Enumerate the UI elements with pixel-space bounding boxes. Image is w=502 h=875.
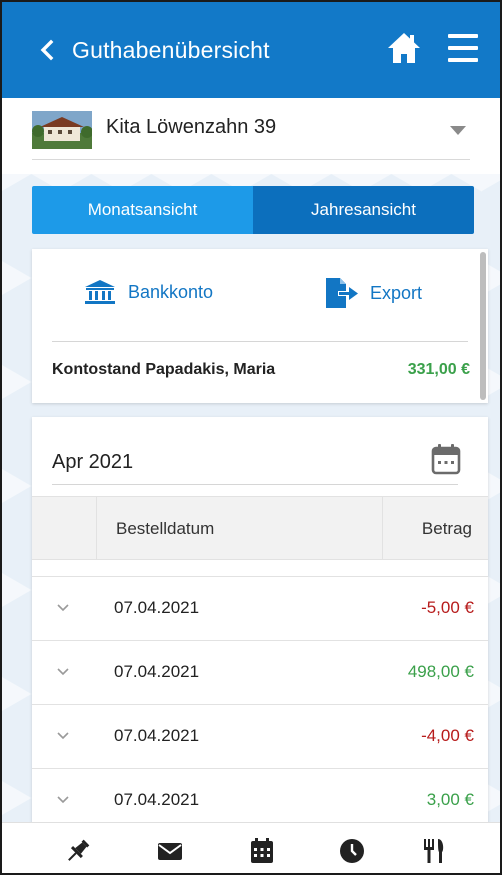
facility-thumbnail bbox=[32, 111, 92, 149]
app-frame: Guthabenübersicht Kita Löwenzahn 39 Mona… bbox=[0, 0, 502, 875]
table-row[interactable]: 07.04.2021 3,00 € bbox=[32, 768, 488, 827]
transactions-card: Apr 2021 Bestelldatum Betrag 07.04.2021 … bbox=[32, 417, 488, 827]
page-title: Guthabenübersicht bbox=[72, 37, 270, 63]
balance-value: 331,00 € bbox=[407, 361, 470, 378]
calendar-icon[interactable] bbox=[431, 443, 461, 475]
cutlery-icon[interactable] bbox=[420, 837, 448, 865]
column-header-date[interactable]: Bestelldatum bbox=[116, 519, 214, 539]
table-header: Bestelldatum Betrag bbox=[32, 496, 488, 560]
caret-down-icon[interactable] bbox=[450, 126, 466, 135]
home-icon[interactable] bbox=[386, 30, 422, 66]
calendar-grid-icon[interactable] bbox=[248, 837, 276, 865]
hamburger-menu-icon[interactable] bbox=[448, 34, 478, 62]
bank-account-label: Bankkonto bbox=[128, 281, 214, 302]
row-date: 07.04.2021 bbox=[114, 790, 200, 809]
row-date: 07.04.2021 bbox=[114, 598, 200, 617]
chevron-down-icon[interactable] bbox=[56, 729, 70, 743]
row-amount: 3,00 € bbox=[426, 790, 474, 809]
chevron-down-icon[interactable] bbox=[56, 793, 70, 807]
chevron-down-icon[interactable] bbox=[56, 601, 70, 615]
pin-icon[interactable] bbox=[64, 837, 92, 865]
row-date: 07.04.2021 bbox=[114, 662, 200, 681]
export-button[interactable]: Export bbox=[324, 276, 422, 310]
tab-jahresansicht[interactable]: Jahresansicht bbox=[253, 186, 474, 234]
export-label: Export bbox=[370, 282, 423, 303]
view-tabs: Monatsansicht Jahresansicht bbox=[32, 186, 474, 234]
column-header-amount[interactable]: Betrag bbox=[422, 519, 472, 539]
facility-name: Kita Löwenzahn 39 bbox=[106, 116, 277, 138]
bank-account-button[interactable]: Bankkonto bbox=[84, 279, 213, 305]
row-amount: -5,00 € bbox=[421, 598, 474, 617]
tab-monatsansicht[interactable]: Monatsansicht bbox=[32, 186, 253, 234]
chevron-left-icon[interactable] bbox=[36, 32, 58, 68]
month-underline bbox=[52, 484, 458, 485]
row-amount: -4,00 € bbox=[421, 726, 474, 745]
clock-icon[interactable] bbox=[338, 837, 366, 865]
mail-icon[interactable] bbox=[156, 837, 184, 865]
account-card: Bankkonto Export Kontostand Papadakis, M… bbox=[32, 249, 488, 403]
export-icon bbox=[326, 278, 358, 308]
row-amount: 498,00 € bbox=[407, 662, 474, 681]
divider bbox=[52, 341, 468, 342]
bottom-navigation bbox=[2, 822, 500, 873]
facility-selector[interactable]: Kita Löwenzahn 39 bbox=[2, 98, 500, 174]
scrollbar[interactable] bbox=[480, 252, 486, 400]
table-row[interactable]: 07.04.2021 -4,00 € bbox=[32, 704, 488, 768]
row-date: 07.04.2021 bbox=[114, 726, 200, 745]
balance-label: Kontostand Papadakis, Maria bbox=[52, 361, 276, 378]
chevron-down-icon[interactable] bbox=[56, 665, 70, 679]
table-row[interactable]: 07.04.2021 498,00 € bbox=[32, 640, 488, 704]
month-value: Apr 2021 bbox=[52, 451, 134, 473]
top-bar: Guthabenübersicht bbox=[2, 2, 500, 98]
bank-icon bbox=[85, 280, 115, 304]
table-row[interactable]: 07.04.2021 -5,00 € bbox=[32, 576, 488, 640]
